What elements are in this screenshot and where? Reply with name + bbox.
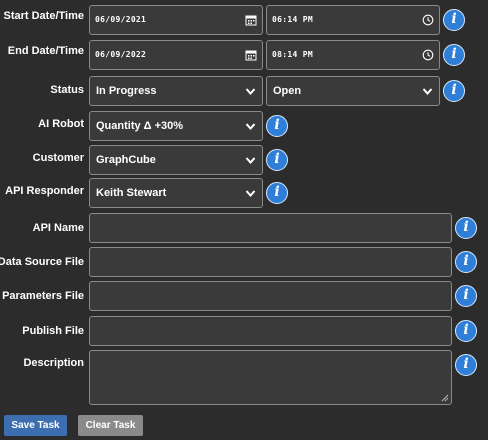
start-datetime-info-icon[interactable]: i [443,9,465,31]
end-datetime-label: End Date/Time [7,45,84,57]
resize-handle-icon[interactable] [441,394,449,402]
ai-robot-select[interactable]: Quantity Δ +30% [89,111,263,141]
chevron-down-icon [245,123,256,131]
api-name-input[interactable] [89,213,452,243]
calendar-icon[interactable] [245,49,257,61]
customer-select-value: GraphCube [96,154,156,166]
status-secondary-select[interactable]: Open [266,76,440,106]
start-date-value: 06/09/2021 [95,15,147,24]
status-secondary-select-value: Open [273,85,302,97]
start-date-input[interactable]: 06/09/2021 [89,5,263,35]
publish-file-label: Publish File [22,325,84,337]
chevron-down-icon [422,88,433,96]
status-select-value: In Progress [96,85,157,97]
api-responder-select-value: Keith Stewart [96,187,167,199]
api-responder-select[interactable]: Keith Stewart [89,178,263,208]
start-time-value: 06:14 PM [272,15,313,24]
status-label: Status [50,84,84,96]
description-info-icon[interactable]: i [455,354,477,376]
data-source-file-info-icon[interactable]: i [455,251,477,273]
end-time-value: 08:14 PM [272,50,313,59]
ai-robot-select-value: Quantity Δ +30% [96,120,184,132]
publish-file-info-icon[interactable]: i [455,320,477,342]
end-datetime-info-icon[interactable]: i [443,44,465,66]
save-task-button[interactable]: Save Task [4,415,67,436]
parameters-file-label: Parameters File [2,290,84,302]
publish-file-input[interactable] [89,316,452,346]
clock-icon[interactable] [422,14,434,26]
customer-info-icon[interactable]: i [266,149,288,171]
clear-task-button[interactable]: Clear Task [78,415,143,436]
end-time-input[interactable]: 08:14 PM [266,40,440,70]
end-date-value: 06/09/2022 [95,50,147,59]
data-source-file-label: Data Source File [0,256,84,268]
chevron-down-icon [245,157,256,165]
api-responder-info-icon[interactable]: i [266,182,288,204]
api-name-label: API Name [32,222,84,234]
customer-select[interactable]: GraphCube [89,145,263,175]
ai-robot-label: AI Robot [38,118,84,130]
start-time-input[interactable]: 06:14 PM [266,5,440,35]
ai-robot-info-icon[interactable]: i [266,115,288,137]
clock-icon[interactable] [422,49,434,61]
customer-label: Customer [32,152,84,164]
chevron-down-icon [245,88,256,96]
parameters-file-input[interactable] [89,281,452,311]
parameters-file-info-icon[interactable]: i [455,285,477,307]
data-source-file-input[interactable] [89,247,452,277]
description-label: Description [23,357,84,369]
end-date-input[interactable]: 06/09/2022 [89,40,263,70]
api-responder-label: API Responder [5,185,84,197]
status-select[interactable]: In Progress [89,76,263,106]
api-name-info-icon[interactable]: i [455,217,477,239]
calendar-icon[interactable] [245,14,257,26]
description-textarea[interactable] [89,350,452,405]
start-datetime-label: Start Date/Time [3,10,85,22]
chevron-down-icon [245,190,256,198]
status-info-icon[interactable]: i [443,80,465,102]
